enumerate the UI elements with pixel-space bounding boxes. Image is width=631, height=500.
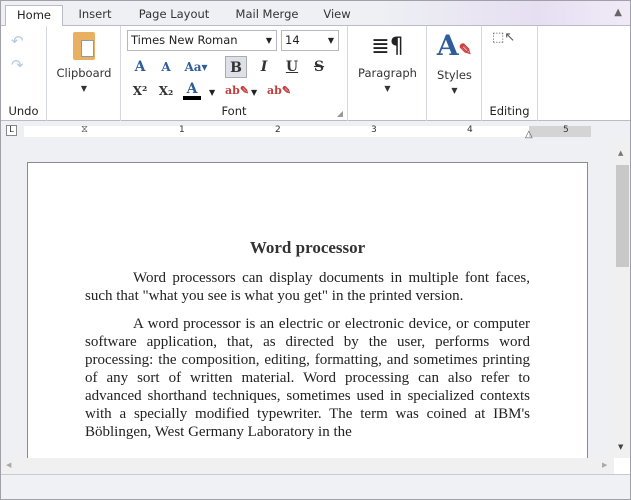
tab-home[interactable]: Home bbox=[5, 5, 63, 27]
ruler-margin bbox=[529, 126, 591, 137]
document-area[interactable]: Word processor Word processors can displ… bbox=[1, 141, 614, 458]
paragraph-label: Paragraph bbox=[358, 66, 417, 80]
tab-view[interactable]: View bbox=[313, 5, 361, 26]
paragraph: Word processors can display documents in… bbox=[85, 270, 530, 304]
clipboard-group: Clipboard ▼ bbox=[47, 26, 121, 121]
styles-icon: A✎ bbox=[436, 29, 473, 62]
undo-icon[interactable]: ↶ bbox=[11, 32, 24, 50]
document-title: Word processor bbox=[249, 238, 366, 257]
chevron-down-icon[interactable]: ▼ bbox=[209, 88, 215, 97]
collapse-ribbon-icon[interactable]: ▲ bbox=[614, 7, 622, 18]
vertical-scrollbar[interactable]: ▲ ▼ bbox=[614, 141, 630, 458]
select-icon[interactable]: ⬚↖ bbox=[492, 30, 515, 45]
styles-label: Styles bbox=[437, 68, 472, 82]
superscript-icon[interactable]: X² bbox=[129, 80, 151, 102]
ribbon-tabs: Home Insert Page Layout Mail Merge View … bbox=[1, 1, 630, 27]
font-color-icon[interactable]: A bbox=[183, 80, 201, 100]
status-bar bbox=[1, 474, 630, 499]
editing-group: ⬚↖ Editing bbox=[482, 26, 538, 121]
font-group: Times New Roman ▼ 14 ▼ A A Aa▾ B I U S X² … bbox=[121, 26, 348, 121]
ruler-number: 3 bbox=[371, 125, 377, 135]
highlight-icon[interactable]: ab✎ bbox=[225, 80, 249, 102]
styles-group: A✎ Styles ▼ bbox=[427, 26, 482, 121]
chevron-down-icon: ▼ bbox=[80, 84, 88, 93]
right-indent-marker[interactable]: △ bbox=[525, 129, 533, 140]
paragraph-group: ≣¶ Paragraph ▼ bbox=[348, 26, 427, 121]
styles-button[interactable]: A✎ Styles ▼ bbox=[427, 29, 482, 96]
scroll-down-icon[interactable]: ▼ bbox=[618, 443, 623, 451]
chevron-down-icon: ▼ bbox=[384, 84, 391, 93]
paragraph-icon: ≣¶ bbox=[371, 34, 404, 59]
font-dialog-launcher-icon[interactable]: ◢ bbox=[337, 109, 343, 118]
paragraph: A word processor is an electric or elect… bbox=[85, 316, 530, 440]
ruler-number: 2 bbox=[275, 125, 281, 135]
document-page[interactable]: Word processor Word processors can displ… bbox=[27, 162, 588, 458]
paragraph-button[interactable]: ≣¶ Paragraph ▼ bbox=[348, 34, 427, 93]
strikethrough-icon[interactable]: S bbox=[308, 56, 330, 78]
italic-icon[interactable]: I bbox=[253, 56, 275, 78]
font-group-label: Font bbox=[221, 104, 247, 118]
change-case-icon[interactable]: Aa▾ bbox=[181, 56, 211, 78]
font-name-value: Times New Roman bbox=[131, 33, 238, 47]
clear-formatting-icon[interactable]: ab✎ bbox=[267, 80, 291, 102]
tab-page-layout[interactable]: Page Layout bbox=[129, 5, 219, 26]
ruler-number: 4 bbox=[467, 125, 473, 135]
grow-font-icon[interactable]: A bbox=[129, 56, 151, 78]
undo-group-label: Undo bbox=[8, 104, 39, 118]
indent-marker[interactable]: ⧖ bbox=[81, 124, 88, 135]
tab-selector[interactable]: L bbox=[6, 125, 17, 136]
scroll-right-icon[interactable]: ▶ bbox=[602, 461, 607, 469]
scroll-up-icon[interactable]: ▲ bbox=[618, 149, 623, 157]
document-content[interactable]: Word processor Word processors can displ… bbox=[85, 239, 530, 451]
horizontal-scrollbar[interactable]: ◀ ▶ bbox=[1, 458, 614, 474]
scroll-left-icon[interactable]: ◀ bbox=[6, 461, 11, 469]
ruler-bar bbox=[24, 126, 590, 137]
ruler-number: 1 bbox=[179, 125, 185, 135]
tab-insert[interactable]: Insert bbox=[65, 5, 125, 26]
font-size-value: 14 bbox=[285, 33, 300, 47]
ribbon: ↶ ↷ Undo Clipboard ▼ Times New Roman ▼ 14… bbox=[1, 26, 630, 121]
underline-icon[interactable]: U bbox=[281, 56, 303, 78]
bold-icon[interactable]: B bbox=[225, 56, 247, 78]
font-size-select[interactable]: 14 ▼ bbox=[281, 30, 339, 51]
chevron-down-icon: ▼ bbox=[451, 86, 458, 95]
undo-group: ↶ ↷ Undo bbox=[1, 26, 47, 121]
clipboard-button[interactable]: Clipboard ▼ bbox=[47, 32, 121, 93]
redo-icon[interactable]: ↷ bbox=[11, 56, 24, 74]
chevron-down-icon: ▼ bbox=[327, 36, 334, 45]
font-name-select[interactable]: Times New Roman ▼ bbox=[127, 30, 277, 51]
chevron-down-icon: ▼ bbox=[265, 36, 272, 45]
shrink-font-icon[interactable]: A bbox=[155, 56, 177, 78]
ruler-number: 5 bbox=[563, 125, 569, 135]
tab-mail-merge[interactable]: Mail Merge bbox=[225, 5, 309, 26]
scrollbar-thumb[interactable] bbox=[616, 165, 629, 267]
clipboard-label: Clipboard bbox=[56, 66, 112, 80]
editing-group-label: Editing bbox=[489, 104, 530, 118]
clipboard-icon bbox=[73, 32, 95, 60]
subscript-icon[interactable]: X₂ bbox=[155, 80, 177, 102]
chevron-down-icon[interactable]: ▼ bbox=[251, 88, 257, 97]
horizontal-ruler: L ⧖ △ 1 2 3 4 5 bbox=[1, 121, 630, 141]
